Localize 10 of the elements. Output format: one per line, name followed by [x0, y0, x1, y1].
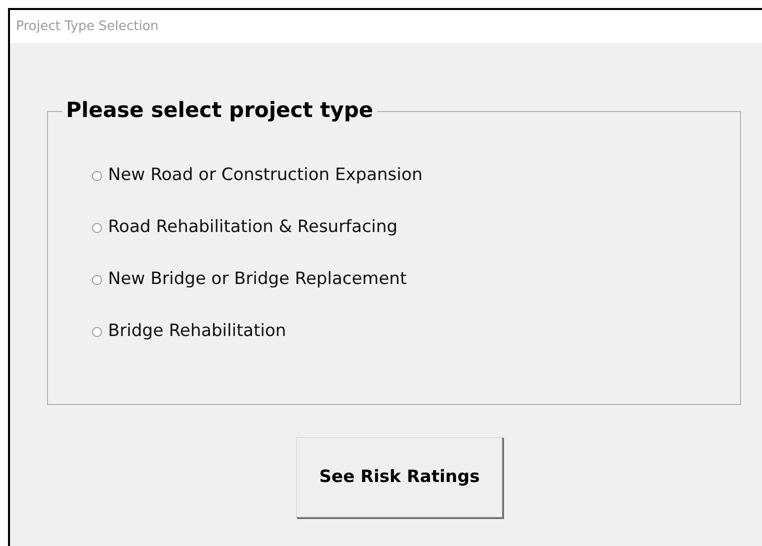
radio-button[interactable] [92, 275, 102, 285]
radio-button[interactable] [92, 327, 102, 337]
see-risk-ratings-button[interactable]: See Risk Ratings [296, 437, 503, 518]
window-title: Project Type Selection [16, 18, 159, 36]
radio-button[interactable] [92, 171, 102, 181]
option-label: New Road or Construction Expansion [108, 164, 423, 188]
radio-button[interactable] [92, 223, 102, 233]
option-label: Bridge Rehabilitation [108, 320, 286, 344]
option-label: New Bridge or Bridge Replacement [108, 268, 407, 292]
option-label: Road Rehabilitation & Resurfacing [108, 216, 398, 240]
